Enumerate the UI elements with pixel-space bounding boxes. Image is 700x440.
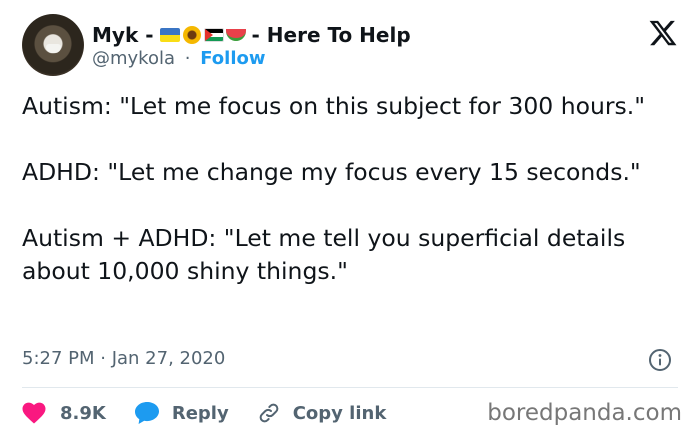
author-name[interactable]: Myk - xyxy=(92,23,154,47)
tweet-paragraph-combined: Autism + ADHD: "Let me tell you superfic… xyxy=(22,224,626,285)
sunflower-icon xyxy=(182,25,202,45)
separator-dot: · xyxy=(184,48,191,69)
tweet-actions: 8.9K Reply Copy link xyxy=(22,398,414,428)
avatar[interactable] xyxy=(22,14,84,76)
watermelon-icon xyxy=(225,29,246,41)
tweet-timestamp[interactable]: 5:27 PM · Jan 27, 2020 xyxy=(22,348,225,369)
heart-icon xyxy=(22,402,46,424)
speech-bubble-icon xyxy=(134,402,159,424)
reply-button[interactable]: Reply xyxy=(134,401,229,425)
author-name-row: Myk - - Here To Help xyxy=(92,22,411,48)
link-icon xyxy=(259,403,279,423)
like-button[interactable]: 8.9K xyxy=(22,402,106,424)
copy-link-label: Copy link xyxy=(292,402,387,424)
tweet-paragraph-autism: Autism: "Let me focus on this subject fo… xyxy=(22,92,646,120)
follow-button[interactable]: Follow xyxy=(200,48,265,69)
flag-emojis xyxy=(159,25,246,45)
info-icon[interactable] xyxy=(648,348,672,372)
divider xyxy=(22,387,678,388)
watermark: boredpanda.com xyxy=(487,400,682,426)
like-count: 8.9K xyxy=(60,402,106,424)
x-logo-icon[interactable] xyxy=(648,18,678,48)
author-handle[interactable]: @mykola xyxy=(92,48,175,69)
reply-label: Reply xyxy=(171,402,229,424)
ukraine-flag-icon xyxy=(159,28,180,42)
handle-row: @mykola · Follow xyxy=(92,48,266,69)
palestine-flag-icon xyxy=(203,28,224,42)
tweet-body: Autism: "Let me focus on this subject fo… xyxy=(22,90,682,288)
copy-link-button[interactable]: Copy link xyxy=(257,401,387,425)
author-suffix[interactable]: - Here To Help xyxy=(252,23,411,47)
tweet-paragraph-adhd: ADHD: "Let me change my focus every 15 s… xyxy=(22,158,641,186)
face-mask-icon xyxy=(46,44,61,53)
